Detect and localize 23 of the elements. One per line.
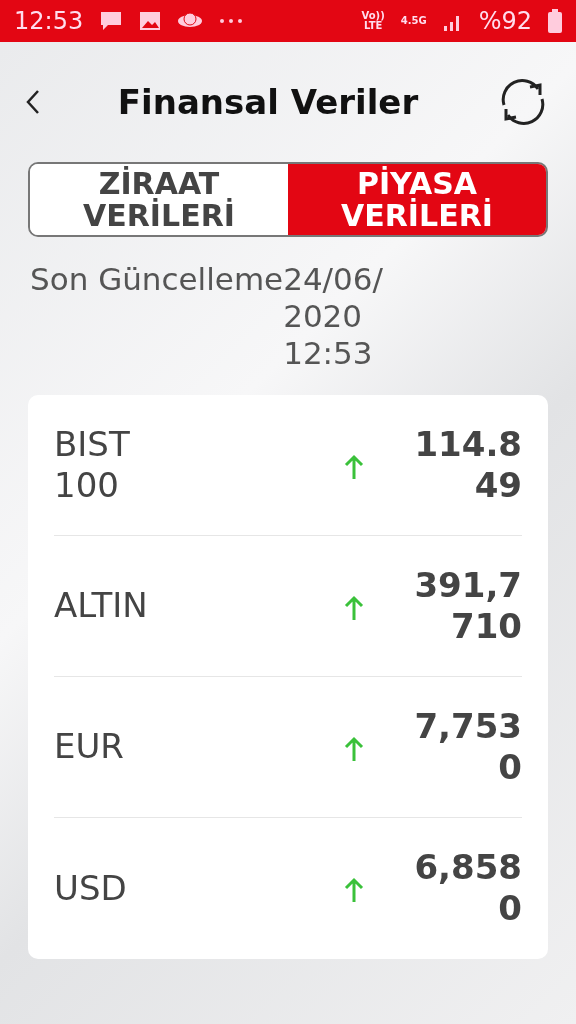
status-time: 12:53	[14, 6, 84, 37]
update-label: Son Güncelleme	[30, 261, 284, 299]
battery-icon	[548, 9, 562, 33]
battery-percent: %92	[478, 6, 532, 37]
back-icon[interactable]	[24, 88, 42, 116]
rate-value: 6,8580	[413, 847, 522, 929]
page-title: Finansal Veriler	[117, 80, 419, 124]
more-icon	[219, 18, 244, 24]
tab[interactable]: ZİRAAT VERİLERİ	[30, 164, 288, 235]
rate-name: ALTIN	[54, 585, 149, 626]
rate-name: BIST 100	[54, 423, 131, 506]
rate-name: EUR	[54, 726, 125, 767]
tab[interactable]: PİYASA VERİLERİ	[288, 164, 546, 235]
rate-name: USD	[54, 867, 128, 909]
network-label: 4.5G	[400, 16, 427, 26]
rate-value: 7,7530	[413, 705, 522, 788]
rate-value: 114.849	[413, 423, 522, 506]
lte-label: LTE	[363, 21, 383, 31]
update-time: 24/06/2020 12:53	[283, 261, 384, 373]
message-icon	[99, 10, 124, 32]
image-icon	[139, 11, 162, 31]
volte-label: Vo))	[361, 11, 385, 21]
rate-value: 391,7710	[413, 564, 522, 647]
